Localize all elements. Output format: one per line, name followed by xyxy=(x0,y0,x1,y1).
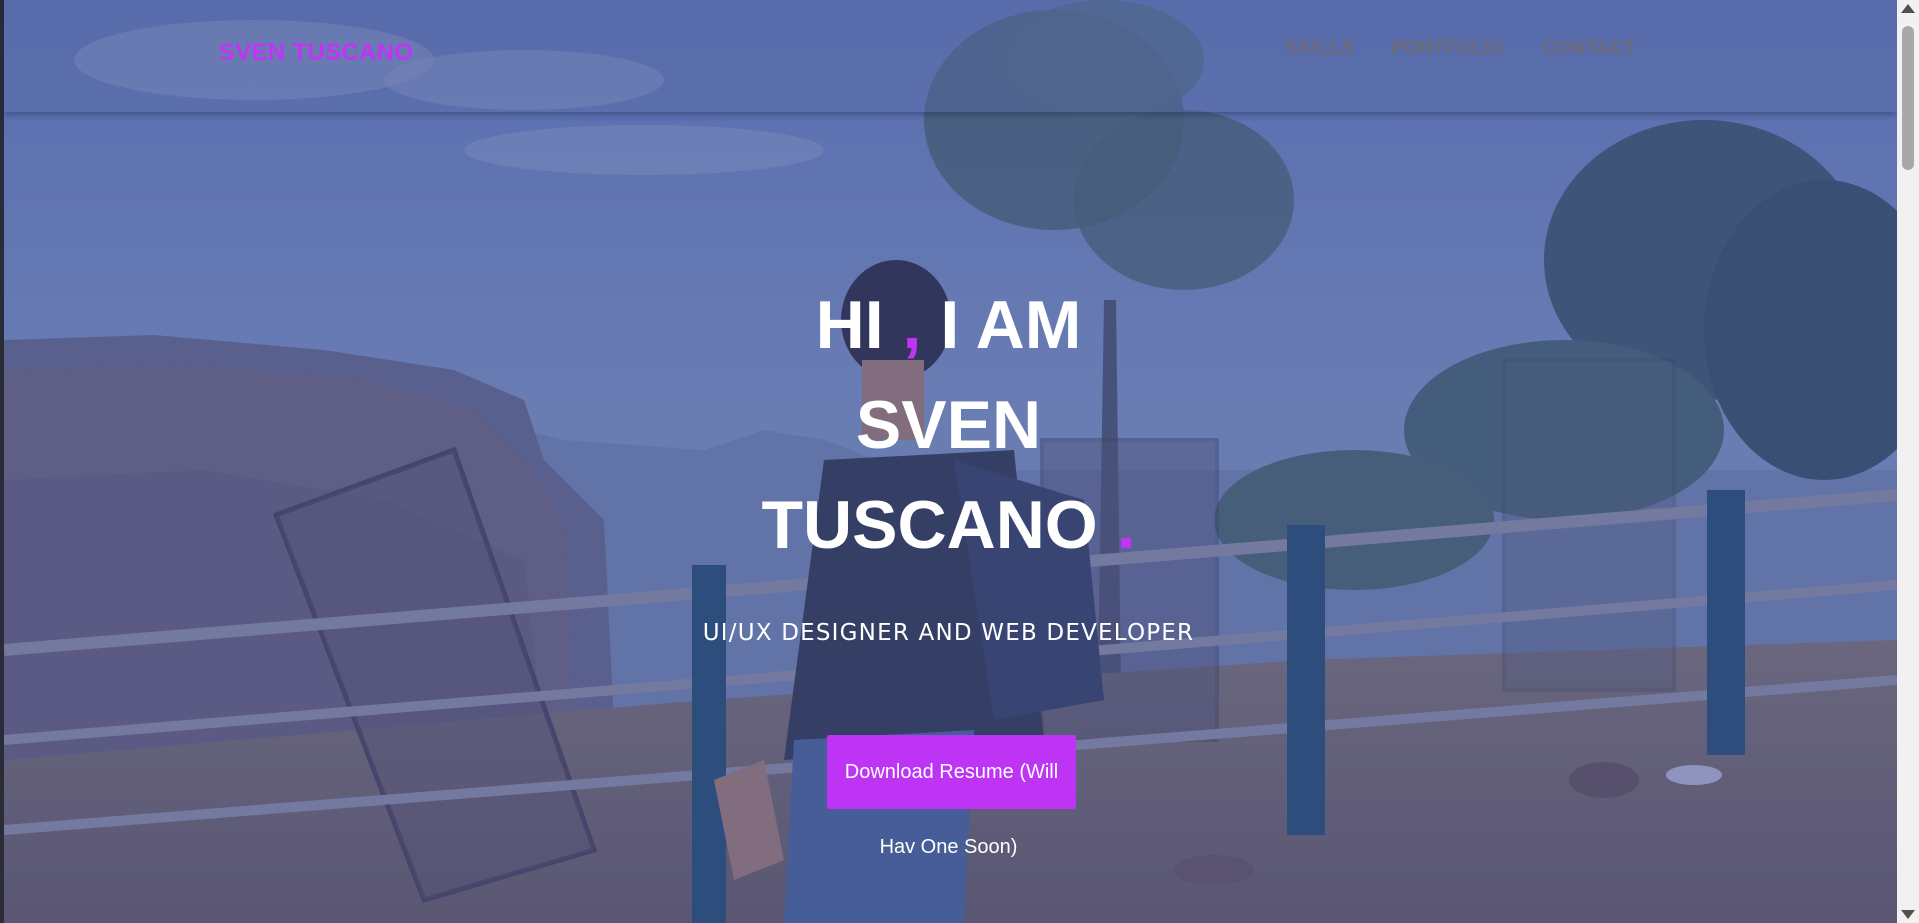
scroll-down-icon[interactable] xyxy=(1901,910,1915,919)
hero-headline-line3: TUSCANO . xyxy=(0,475,1897,575)
headline-text: HI xyxy=(815,287,903,363)
headline-accent-comma: , xyxy=(902,287,922,363)
headline-text: I AM xyxy=(921,287,1082,363)
hero-headline-line1: HI , I AM xyxy=(0,275,1897,375)
headline-accent-dot: . xyxy=(1116,487,1136,563)
page-viewport: SVEN TUSCANO SKILLS PORTFOLIO CONTACT HI… xyxy=(0,0,1919,923)
hero-headline-line2: SVEN xyxy=(855,387,1042,463)
headline-text: TUSCANO xyxy=(761,487,1117,563)
vertical-scrollbar[interactable] xyxy=(1897,0,1919,923)
hero-content: HI , I AM SVEN TUSCANO . UI/UX DESIGNER … xyxy=(0,0,1897,923)
scroll-up-icon[interactable] xyxy=(1901,4,1915,13)
download-resume-button-overflow-text: Hav One Soon) xyxy=(879,836,1018,858)
download-resume-button[interactable]: Download Resume (Will xyxy=(827,735,1076,809)
scrollbar-thumb[interactable] xyxy=(1902,26,1914,170)
hero-subtitle: UI/UX DESIGNER AND WEB DEVELOPER xyxy=(702,620,1195,646)
